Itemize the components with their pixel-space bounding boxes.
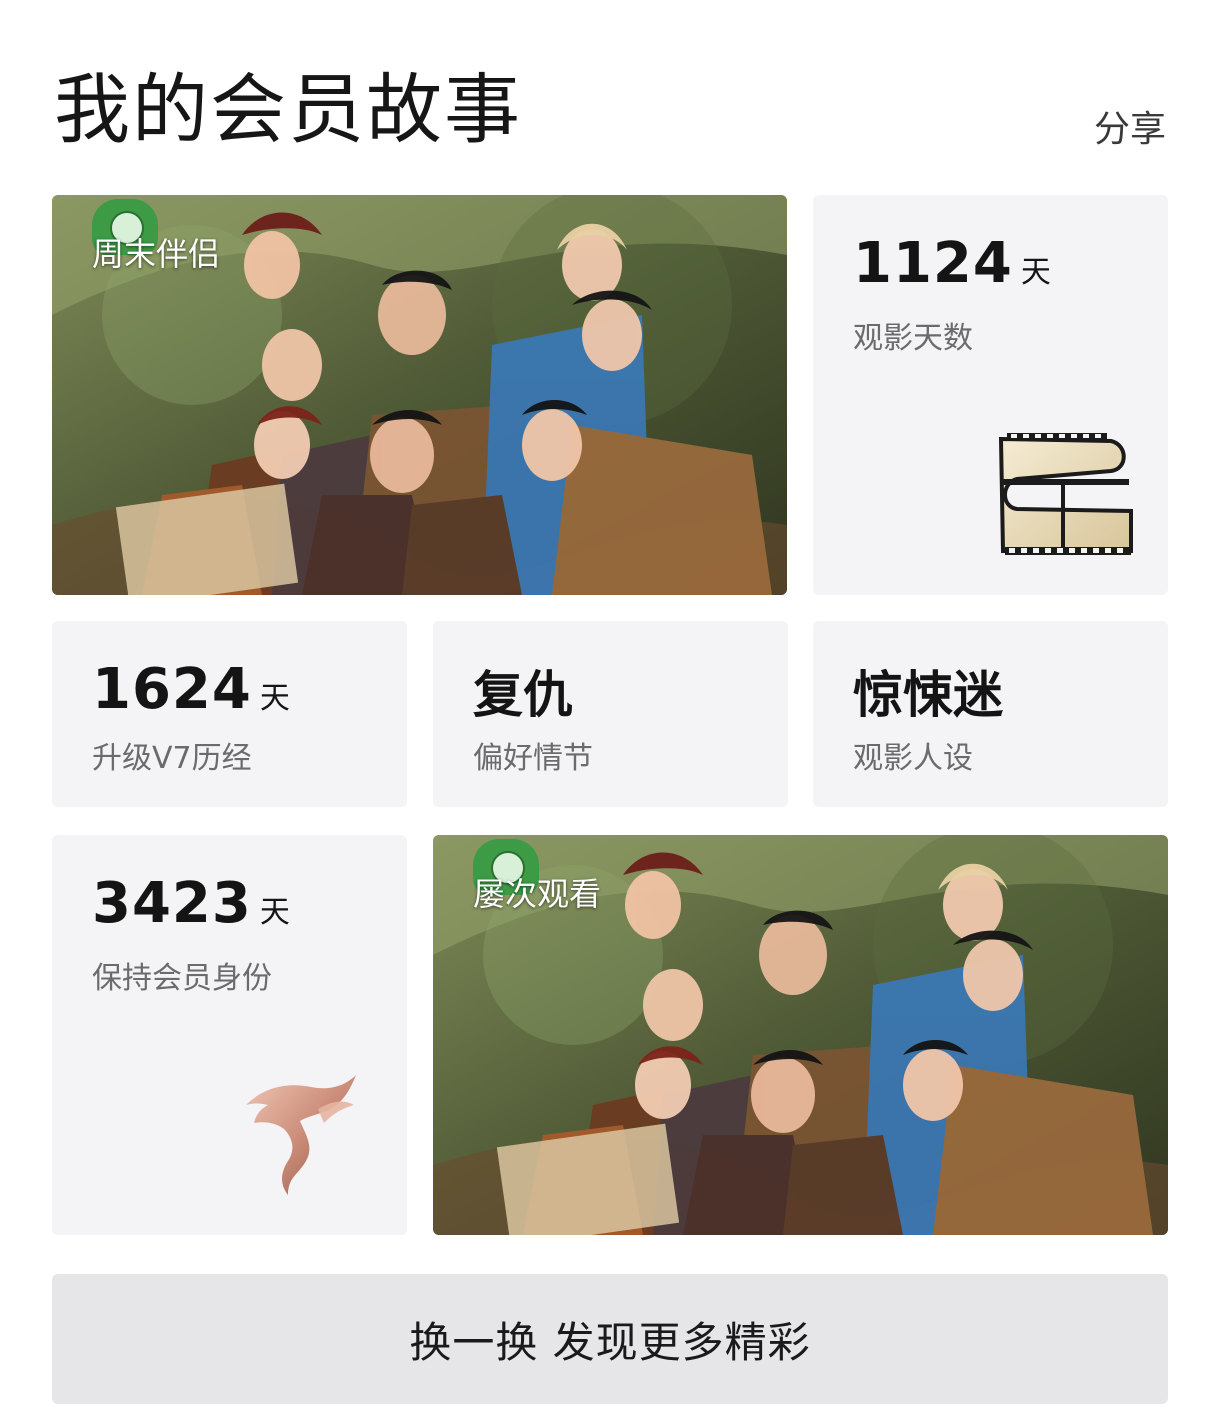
persona-card[interactable]: 惊悚迷 观影人设 <box>813 621 1168 807</box>
upgrade-label: 升级V7历经 <box>92 741 252 776</box>
refresh-discover-button[interactable]: 换一换 发现更多精彩 <box>52 1274 1168 1404</box>
membership-number: 3423 天 <box>92 871 291 936</box>
v7-ribbon-icon <box>246 1075 356 1195</box>
membership-unit: 天 <box>259 895 291 930</box>
membership-label: 保持会员身份 <box>92 961 272 996</box>
membership-value: 3423 <box>92 871 252 936</box>
watch-days-number: 1124 天 <box>853 231 1052 296</box>
plot-card[interactable]: 复仇 偏好情节 <box>433 621 788 807</box>
upgrade-unit: 天 <box>259 681 291 716</box>
watch-days-value: 1124 <box>853 231 1013 296</box>
weekend-partner-card[interactable]: 周末伴侣 <box>52 195 787 595</box>
weekend-partner-label: 周末伴侣 <box>92 235 221 273</box>
share-button[interactable]: 分享 <box>1094 100 1166 152</box>
persona-value: 惊悚迷 <box>853 666 1003 724</box>
film-reel-icon <box>998 433 1133 555</box>
watch-days-unit: 天 <box>1020 255 1052 290</box>
upgrade-value: 1624 <box>92 657 252 722</box>
watch-days-label: 观影天数 <box>853 321 973 356</box>
repeat-watch-card[interactable]: 屡次观看 <box>433 835 1168 1235</box>
plot-label: 偏好情节 <box>473 741 593 776</box>
membership-card[interactable]: 3423 天 保持会员身份 <box>52 835 407 1235</box>
persona-label: 观影人设 <box>853 741 973 776</box>
watch-days-card[interactable]: 1124 天 观影天数 <box>813 195 1168 595</box>
plot-value: 复仇 <box>473 666 573 724</box>
upgrade-card[interactable]: 1624 天 升级V7历经 <box>52 621 407 807</box>
page-title: 我的会员故事 <box>54 65 522 154</box>
repeat-watch-label: 屡次观看 <box>473 875 602 913</box>
upgrade-number: 1624 天 <box>92 657 291 722</box>
